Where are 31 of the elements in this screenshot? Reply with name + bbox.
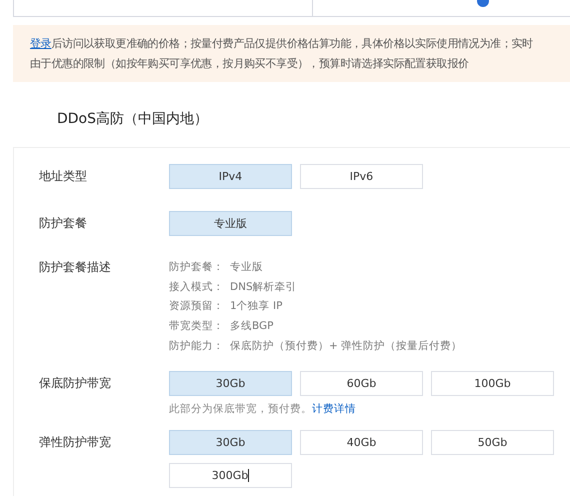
bandwidth-input[interactable]: 300Gb (169, 462, 292, 488)
field-label: 防护套餐描述 (38, 259, 112, 276)
notice-text: 由于优惠的限制（如按年购买可享优惠，按月购买不享受），预算时请选择实际配置获取报价 (30, 57, 469, 70)
description-value: 专业版 (230, 261, 263, 273)
pricing-link[interactable]: 计费详情 (312, 402, 356, 415)
field-label: 地址类型 (38, 168, 88, 185)
description-key: 防护套餐： (169, 261, 224, 273)
option-button[interactable]: 100Gb (431, 370, 554, 396)
description-value: 多线BGP (230, 320, 274, 332)
option-button[interactable]: 专业版 (169, 211, 292, 236)
description-value: 保底防护（预付费）+ 弹性防护（按量后付费） (230, 340, 462, 352)
option-button[interactable]: 50Gb (431, 430, 554, 455)
option-button[interactable]: 30Gb (169, 430, 292, 455)
description-value: DNS解析牵引 (230, 280, 297, 293)
description-key: 接入模式： (169, 280, 224, 293)
section-title: DDoS高防（中国内地） (57, 110, 210, 129)
option-button[interactable]: 30Gb (169, 370, 292, 396)
field-label: 保底防护带宽 (38, 374, 112, 392)
login-link[interactable]: 登录 (30, 37, 52, 50)
description-key: 防护能力： (169, 340, 224, 352)
description-key: 带宽类型： (169, 320, 224, 332)
field-label: 防护套餐 (38, 215, 88, 232)
description-value: 1个独享 IP (230, 300, 282, 312)
option-button[interactable]: 60Gb (300, 370, 423, 396)
description-key: 资源预留： (169, 300, 224, 312)
option-button[interactable]: 40Gb (300, 430, 423, 455)
note-text: 此部分为保底带宽，预付费。 (169, 402, 312, 415)
field-label: 弹性防护带宽 (38, 434, 112, 451)
option-button[interactable]: IPv6 (300, 164, 423, 189)
notice-text: 后访问以获取更准确的价格；按量付费产品仅提供价格估算功能，具体价格以实际使用情况为准；实时 (51, 37, 533, 50)
option-button[interactable]: IPv4 (169, 164, 292, 189)
